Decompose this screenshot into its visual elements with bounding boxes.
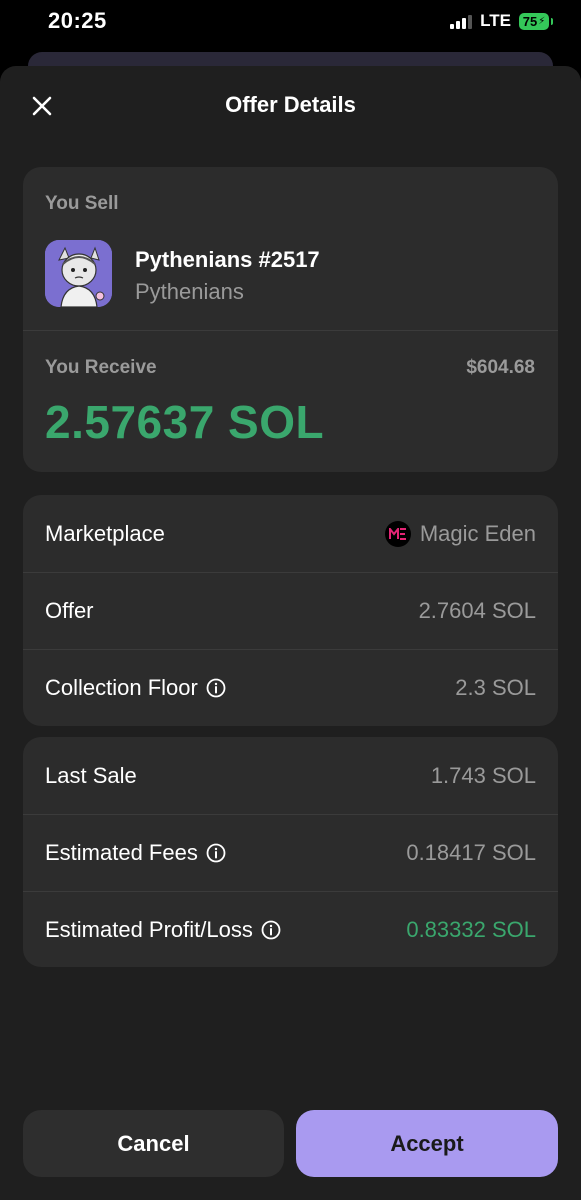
nft-image-icon [45,240,112,307]
divider [23,330,558,331]
battery-level: 75 [522,13,538,29]
sheet-header: Offer Details [0,66,581,146]
info-icon[interactable] [206,843,226,863]
row-value: Magic Eden [384,520,536,547]
status-indicators: LTE 75 ⚡ [450,11,553,31]
magic-eden-logo-icon [384,520,411,547]
row-label-text: Estimated Fees [45,839,198,865]
status-bar: 20:25 LTE 75 ⚡ [0,0,581,50]
nft-avatar [45,240,112,307]
row-value: 0.18417 SOL [406,839,536,865]
info-icon[interactable] [206,678,226,698]
offer-details-card: Marketplace Magic Eden Offer 2.7604 SOL … [23,495,558,726]
offer-details-sheet: Offer Details You Sell Pythenians #2517 … [0,66,581,1200]
row-label: Offer [45,597,94,623]
row-label: Estimated Fees [45,840,226,866]
battery-icon: 75 ⚡ [519,12,553,30]
receive-sol-amount: 2.57637 SOL [45,396,325,448]
page-title: Offer Details [225,92,356,117]
row-label-text: Collection Floor [45,674,198,700]
info-icon[interactable] [261,920,281,940]
row-value: 2.7604 SOL [418,597,536,623]
marketplace-name: Magic Eden [419,520,536,546]
signal-icon [450,13,473,29]
accept-button[interactable]: Accept [296,1110,558,1177]
status-time: 20:25 [48,8,107,33]
stat-row-estimated-fees: Estimated Fees 0.18417 SOL [23,814,558,891]
row-value: 2.3 SOL [455,674,536,700]
row-label-text: Estimated Profit/Loss [45,916,253,942]
row-label: Last Sale [45,762,137,788]
row-value: 0.83332 SOL [406,916,536,942]
row-label: Marketplace [45,520,165,546]
cancel-button[interactable]: Cancel [23,1110,284,1177]
nft-collection: Pythenians [135,279,244,304]
detail-row-offer: Offer 2.7604 SOL [23,572,558,649]
detail-row-marketplace: Marketplace Magic Eden [23,495,558,572]
stat-row-estimated-profit-loss: Estimated Profit/Loss 0.83332 SOL [23,891,558,967]
you-sell-label: You Sell [45,193,119,214]
detail-row-collection-floor: Collection Floor 2.3 SOL [23,649,558,726]
sale-stats-card: Last Sale 1.743 SOL Estimated Fees 0.184… [23,737,558,967]
receive-usd-value: $604.68 [466,357,535,378]
network-label: LTE [480,11,511,30]
sell-receive-card: You Sell Pythenians #2517 Pythenians You… [23,167,558,472]
row-label: Estimated Profit/Loss [45,917,281,943]
row-value: 1.743 SOL [430,762,536,788]
nft-name: Pythenians #2517 [135,247,320,272]
row-label: Collection Floor [45,675,226,701]
you-receive-label: You Receive [45,357,157,378]
stat-row-last-sale: Last Sale 1.743 SOL [23,737,558,814]
